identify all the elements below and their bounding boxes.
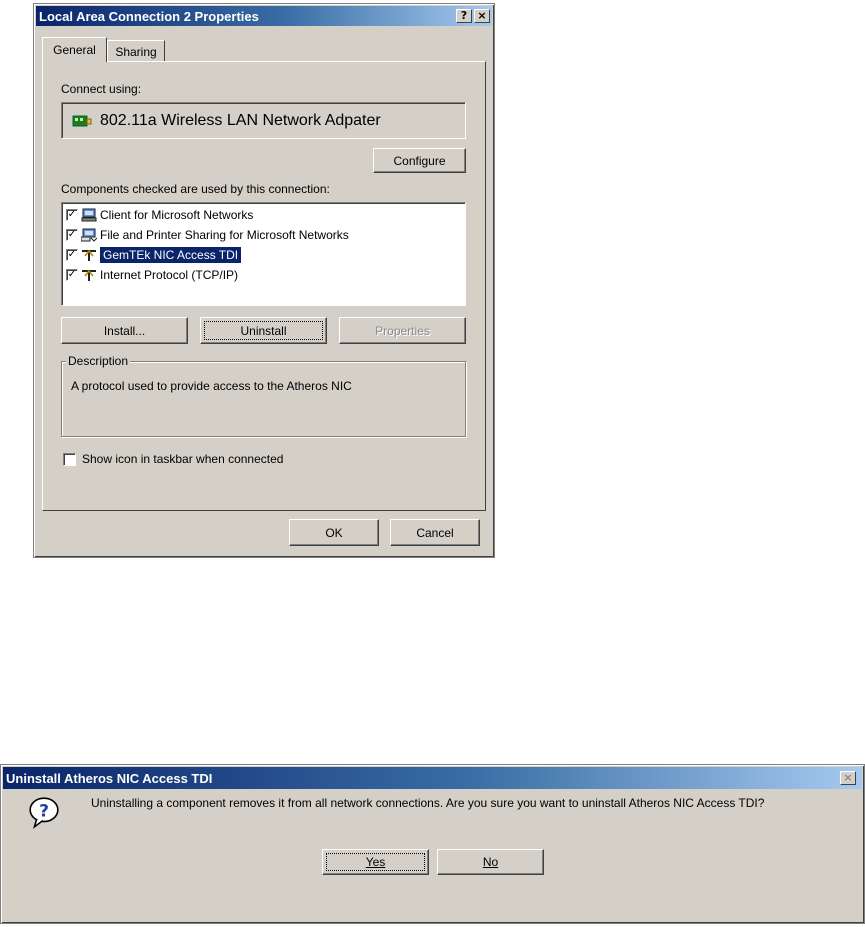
- list-item[interactable]: ✓ Client for Microsoft Networks: [66, 205, 253, 225]
- component-checkbox[interactable]: ✓: [66, 209, 78, 221]
- tab-general[interactable]: General: [42, 37, 107, 62]
- list-item[interactable]: ✓ GemTEk NIC Access TDI: [66, 245, 242, 265]
- properties-title: Local Area Connection 2 Properties: [39, 8, 259, 24]
- list-item[interactable]: ✓ File and Printer Sharing for Microsoft…: [66, 225, 349, 245]
- adapter-field: 802.11a Wireless LAN Network Adpater: [61, 102, 466, 139]
- install-button[interactable]: Install...: [61, 317, 188, 344]
- ok-button[interactable]: OK: [289, 519, 379, 546]
- component-checkbox[interactable]: ✓: [66, 229, 78, 241]
- description-group: [61, 361, 466, 437]
- description-title: Description: [66, 354, 131, 368]
- network-client-icon: [81, 208, 97, 222]
- component-checkbox[interactable]: ✓: [66, 249, 78, 261]
- components-list[interactable]: ✓ Client for Microsoft Networks ✓ File a…: [61, 202, 466, 306]
- protocol-icon: [82, 249, 96, 261]
- network-adapter-icon: [72, 115, 92, 126]
- file-printer-sharing-icon: [81, 228, 97, 242]
- protocol-icon: [82, 269, 96, 281]
- component-label: File and Printer Sharing for Microsoft N…: [100, 228, 349, 242]
- no-button[interactable]: No: [437, 849, 544, 875]
- component-checkbox[interactable]: ✓: [66, 269, 78, 281]
- uninstall-title: Uninstall Atheros NIC Access TDI: [6, 770, 213, 786]
- tab-sharing[interactable]: Sharing: [107, 40, 165, 62]
- show-icon-option[interactable]: Show icon in taskbar when connected: [63, 452, 283, 466]
- properties-dialog: Local Area Connection 2 Properties ? × G…: [33, 3, 495, 558]
- close-button[interactable]: ×: [840, 771, 856, 785]
- show-icon-checkbox[interactable]: [63, 452, 76, 466]
- uninstall-titlebar[interactable]: Uninstall Atheros NIC Access TDI ×: [3, 767, 862, 789]
- connect-using-label: Connect using:: [61, 82, 142, 96]
- adapter-name: 802.11a Wireless LAN Network Adpater: [100, 111, 381, 129]
- list-item[interactable]: ✓ Internet Protocol (TCP/IP): [66, 265, 238, 285]
- uninstall-message: Uninstalling a component removes it from…: [91, 796, 765, 810]
- component-label: GemTEk NIC Access TDI: [100, 247, 242, 263]
- close-button[interactable]: ×: [474, 9, 490, 23]
- general-tab-panel: Connect using: 802.11a Wireless LAN Netw…: [42, 61, 486, 511]
- configure-button[interactable]: Configure: [373, 148, 466, 173]
- cancel-button[interactable]: Cancel: [390, 519, 480, 546]
- uninstall-button[interactable]: Uninstall: [200, 317, 327, 344]
- question-icon: ?: [29, 797, 59, 829]
- component-label: Client for Microsoft Networks: [100, 208, 254, 222]
- component-label: Internet Protocol (TCP/IP): [100, 268, 239, 282]
- uninstall-dialog: Uninstall Atheros NIC Access TDI × ? Uni…: [0, 764, 865, 924]
- show-icon-label: Show icon in taskbar when connected: [82, 452, 284, 466]
- description-text: A protocol used to provide access to the…: [71, 379, 352, 393]
- components-label: Components checked are used by this conn…: [61, 182, 330, 196]
- properties-titlebar[interactable]: Local Area Connection 2 Properties ? ×: [36, 6, 492, 26]
- svg-text:?: ?: [39, 801, 49, 821]
- properties-button[interactable]: Properties: [339, 317, 466, 344]
- yes-button[interactable]: Yes: [322, 849, 429, 875]
- help-button[interactable]: ?: [456, 9, 472, 23]
